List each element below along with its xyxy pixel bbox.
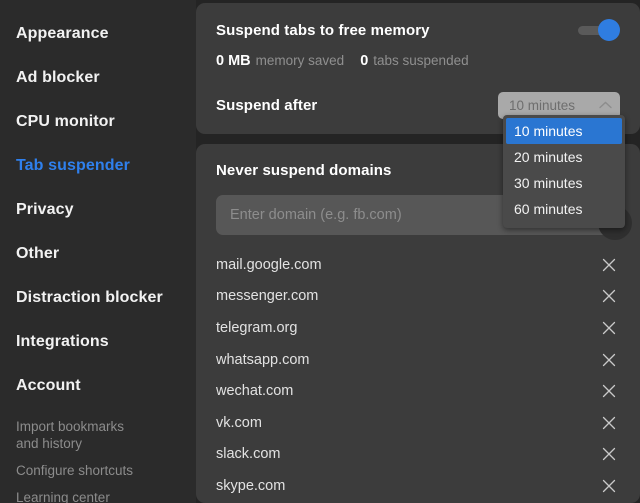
list-item[interactable]: telegram.org xyxy=(216,312,620,344)
list-item[interactable]: mail.google.com xyxy=(216,249,620,281)
list-item[interactable]: skype.com xyxy=(216,470,620,502)
list-item[interactable]: slack.com xyxy=(216,439,620,471)
sidebar-item-label: CPU monitor xyxy=(16,113,115,130)
list-item[interactable]: wechat.com xyxy=(216,375,620,407)
sidebar: Appearance Ad blocker CPU monitor Tab su… xyxy=(0,0,196,503)
suspend-tabs-header: Suspend tabs to free memory xyxy=(216,19,620,41)
sidebar-item-learning-center[interactable]: Learning center xyxy=(0,489,196,503)
close-icon[interactable] xyxy=(601,257,617,273)
sidebar-item-other[interactable]: Other xyxy=(0,232,196,276)
close-icon[interactable] xyxy=(601,288,617,304)
sidebar-item-tab-suspender[interactable]: Tab suspender xyxy=(0,144,196,188)
suspend-after-dropdown[interactable]: 10 minutes 20 minutes 30 minutes 60 minu… xyxy=(503,115,625,228)
close-icon[interactable] xyxy=(601,446,617,462)
sidebar-item-label: Other xyxy=(16,245,60,262)
domain-label: slack.com xyxy=(216,446,281,463)
sidebar-item-privacy[interactable]: Privacy xyxy=(0,188,196,232)
suspend-after-select-value: 10 minutes xyxy=(509,97,576,113)
sidebar-item-label: Account xyxy=(16,377,81,394)
chevron-up-icon xyxy=(599,101,612,109)
sidebar-item-configure-shortcuts[interactable]: Configure shortcuts xyxy=(0,462,196,479)
list-item[interactable]: messenger.com xyxy=(216,281,620,313)
sidebar-item-cpu-monitor[interactable]: CPU monitor xyxy=(0,100,196,144)
close-icon[interactable] xyxy=(601,478,617,494)
dropdown-option-30-minutes[interactable]: 30 minutes xyxy=(506,170,622,196)
list-item[interactable]: whatsapp.com xyxy=(216,344,620,376)
tabs-suspended-label: tabs suspended xyxy=(373,53,469,68)
sidebar-item-integrations[interactable]: Integrations xyxy=(0,320,196,364)
suspend-stats: 0 MB memory saved 0 tabs suspended xyxy=(216,53,620,69)
suspend-after-label: Suspend after xyxy=(216,96,318,114)
sidebar-item-appearance[interactable]: Appearance xyxy=(0,12,196,56)
domain-label: messenger.com xyxy=(216,288,319,305)
domain-label: skype.com xyxy=(216,477,286,494)
tabs-suspended-value: 0 xyxy=(360,53,369,69)
sidebar-item-label: Privacy xyxy=(16,201,74,218)
sidebar-item-distraction-blocker[interactable]: Distraction blocker xyxy=(0,276,196,320)
close-icon[interactable] xyxy=(601,352,617,368)
sidebar-item-label: Tab suspender xyxy=(16,157,130,174)
close-icon[interactable] xyxy=(601,415,617,431)
sidebar-item-account[interactable]: Account xyxy=(0,364,196,408)
main-content: Suspend tabs to free memory 0 MB memory … xyxy=(196,0,640,503)
memory-saved-label: memory saved xyxy=(255,53,345,68)
domain-label: mail.google.com xyxy=(216,256,322,273)
close-icon[interactable] xyxy=(601,383,617,399)
domain-label: telegram.org xyxy=(216,319,298,336)
sidebar-item-label: Distraction blocker xyxy=(16,289,163,306)
domain-label: vk.com xyxy=(216,414,262,431)
domain-label: wechat.com xyxy=(216,383,294,400)
domain-list: mail.google.com messenger.com telegram.o… xyxy=(216,249,620,502)
sidebar-item-ad-blocker[interactable]: Ad blocker xyxy=(0,56,196,100)
suspend-tabs-title: Suspend tabs to free memory xyxy=(216,21,430,39)
toggle-knob xyxy=(598,19,620,41)
dropdown-option-20-minutes[interactable]: 20 minutes xyxy=(506,144,622,170)
dropdown-option-60-minutes[interactable]: 60 minutes xyxy=(506,196,622,222)
sidebar-item-label: Ad blocker xyxy=(16,69,100,86)
memory-saved-value: 0 MB xyxy=(216,53,251,69)
list-item[interactable]: vk.com xyxy=(216,407,620,439)
suspend-tabs-toggle[interactable] xyxy=(576,19,620,41)
domain-label: whatsapp.com xyxy=(216,351,310,368)
dropdown-option-10-minutes[interactable]: 10 minutes xyxy=(506,118,622,144)
close-icon[interactable] xyxy=(601,320,617,336)
sidebar-item-import-bookmarks[interactable]: Import bookmarks and history xyxy=(0,418,196,452)
settings-window: Appearance Ad blocker CPU monitor Tab su… xyxy=(0,0,640,503)
sidebar-item-label: Appearance xyxy=(16,25,109,42)
sidebar-item-label: Integrations xyxy=(16,333,109,350)
